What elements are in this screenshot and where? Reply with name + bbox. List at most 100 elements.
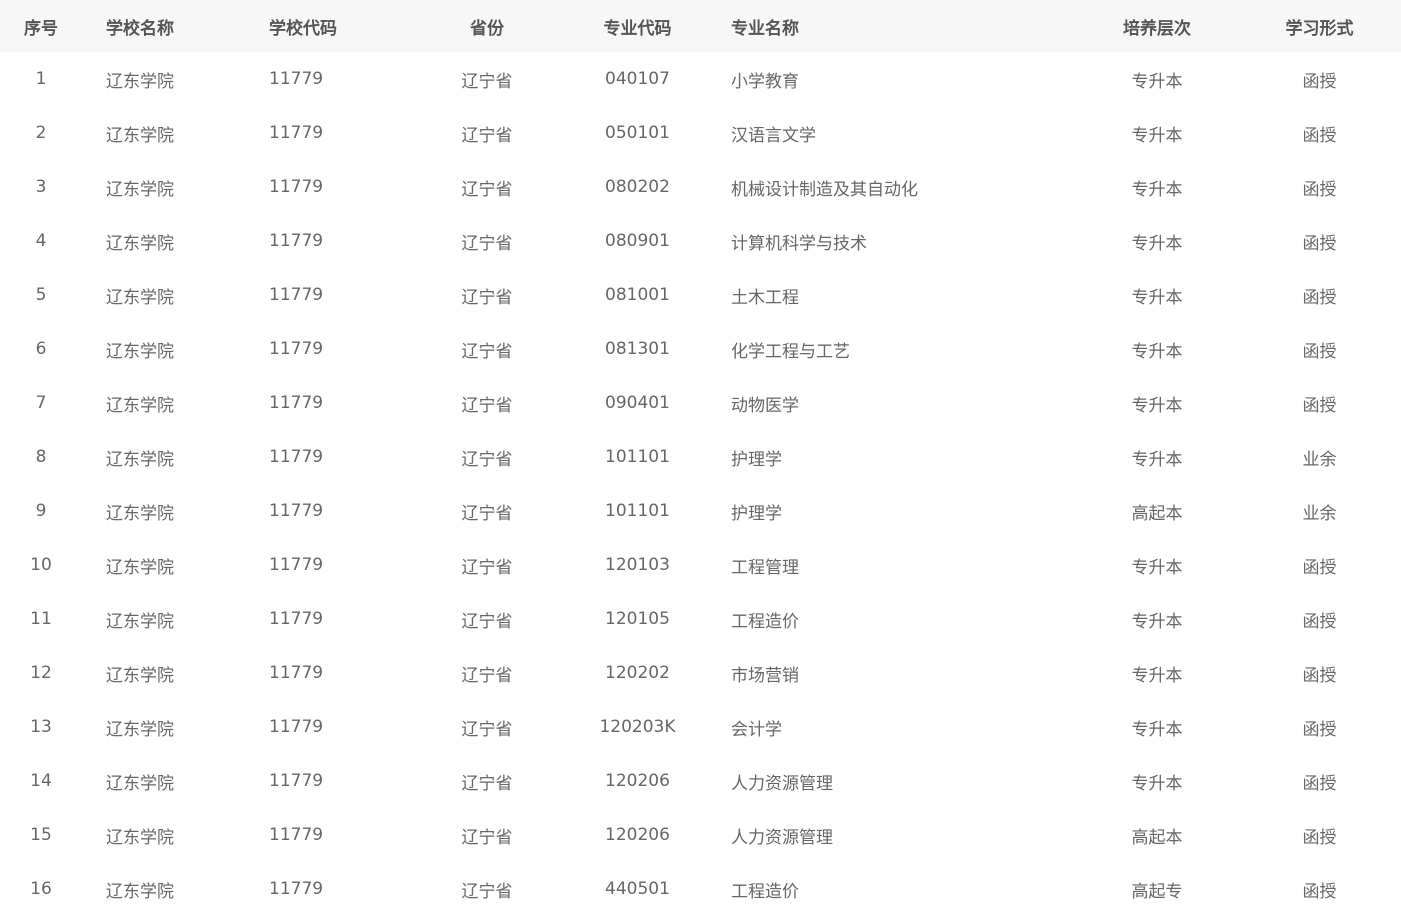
- cell-major-name: 护理学: [731, 503, 782, 524]
- cell-province: 辽宁省: [461, 773, 513, 794]
- table-row: 14 辽东学院 11779 辽宁省 120206 人力资源管理 专升本 函授: [0, 754, 1401, 808]
- cell-index: 14: [30, 771, 52, 791]
- cell-index: 5: [35, 285, 47, 305]
- cell-major-code: 101101: [605, 501, 670, 521]
- cell-study-form: 函授: [1302, 125, 1337, 146]
- table-row: 15 辽东学院 11779 辽宁省 120206 人力资源管理 高起本 函授: [0, 808, 1401, 862]
- table-row: 4 辽东学院 11779 辽宁省 080901 计算机科学与技术 专升本 函授: [0, 214, 1401, 268]
- cell-index: 9: [35, 501, 47, 521]
- cell-level: 专升本: [1131, 179, 1183, 200]
- cell-study-form: 函授: [1302, 395, 1337, 416]
- table-row: 11 辽东学院 11779 辽宁省 120105 工程造价 专升本 函授: [0, 592, 1401, 646]
- cell-province: 辽宁省: [461, 719, 513, 740]
- cell-major-code: 120103: [605, 555, 670, 575]
- table-row: 6 辽东学院 11779 辽宁省 081301 化学工程与工艺 专升本 函授: [0, 322, 1401, 376]
- cell-school-name: 辽东学院: [106, 125, 174, 146]
- table-row: 3 辽东学院 11779 辽宁省 080202 机械设计制造及其自动化 专升本 函授: [0, 160, 1401, 214]
- cell-province: 辽宁省: [461, 557, 513, 578]
- cell-major-code: 080901: [605, 231, 670, 251]
- table-row: 2 辽东学院 11779 辽宁省 050101 汉语言文学 专升本 函授: [0, 106, 1401, 160]
- cell-major-name: 市场营销: [731, 665, 799, 686]
- cell-school-code: 11779: [269, 771, 324, 791]
- cell-major-name: 土木工程: [731, 287, 799, 308]
- cell-school-code: 11779: [269, 339, 324, 359]
- cell-study-form: 函授: [1302, 773, 1337, 794]
- header-school-code: 学校代码: [269, 18, 337, 39]
- cell-major-code: 050101: [605, 123, 670, 143]
- cell-level: 专升本: [1131, 341, 1183, 362]
- cell-major-code: 081001: [605, 285, 670, 305]
- table-row: 8 辽东学院 11779 辽宁省 101101 护理学 专升本 业余: [0, 430, 1401, 484]
- cell-major-name: 工程管理: [731, 557, 799, 578]
- cell-index: 13: [30, 717, 52, 737]
- cell-major-name: 工程造价: [731, 881, 799, 902]
- cell-major-name: 化学工程与工艺: [731, 341, 850, 362]
- cell-school-name: 辽东学院: [106, 233, 174, 254]
- header-major-code: 专业代码: [603, 18, 672, 39]
- table-row: 5 辽东学院 11779 辽宁省 081001 土木工程 专升本 函授: [0, 268, 1401, 322]
- cell-school-name: 辽东学院: [106, 503, 174, 524]
- cell-school-name: 辽东学院: [106, 881, 174, 902]
- cell-school-code: 11779: [269, 825, 324, 845]
- cell-level: 专升本: [1131, 71, 1183, 92]
- cell-school-name: 辽东学院: [106, 287, 174, 308]
- cell-school-code: 11779: [269, 393, 324, 413]
- cell-major-name: 小学教育: [731, 71, 799, 92]
- cell-major-code: 120206: [605, 825, 670, 845]
- cell-index: 11: [30, 609, 52, 629]
- cell-school-name: 辽东学院: [106, 611, 174, 632]
- cell-school-code: 11779: [269, 609, 324, 629]
- cell-school-name: 辽东学院: [106, 665, 174, 686]
- cell-major-name: 动物医学: [731, 395, 799, 416]
- header-study-form: 学习形式: [1285, 18, 1354, 39]
- cell-study-form: 函授: [1302, 719, 1337, 740]
- cell-province: 辽宁省: [461, 503, 513, 524]
- cell-school-name: 辽东学院: [106, 71, 174, 92]
- cell-index: 4: [35, 231, 47, 251]
- cell-study-form: 函授: [1302, 341, 1337, 362]
- cell-school-name: 辽东学院: [106, 557, 174, 578]
- cell-major-name: 会计学: [731, 719, 782, 740]
- cell-major-code: 120105: [605, 609, 670, 629]
- cell-province: 辽宁省: [461, 611, 513, 632]
- cell-province: 辽宁省: [461, 125, 513, 146]
- cell-school-code: 11779: [269, 285, 324, 305]
- cell-major-name: 人力资源管理: [731, 827, 833, 848]
- cell-school-name: 辽东学院: [106, 395, 174, 416]
- cell-school-code: 11779: [269, 879, 324, 899]
- cell-study-form: 函授: [1302, 665, 1337, 686]
- cell-province: 辽宁省: [461, 71, 513, 92]
- cell-level: 专升本: [1131, 773, 1183, 794]
- cell-index: 7: [35, 393, 47, 413]
- cell-level: 专升本: [1131, 287, 1183, 308]
- cell-index: 16: [30, 879, 52, 899]
- cell-school-code: 11779: [269, 69, 324, 89]
- cell-study-form: 函授: [1302, 827, 1337, 848]
- cell-school-name: 辽东学院: [106, 341, 174, 362]
- table-body: 1 辽东学院 11779 辽宁省 040107 小学教育 专升本 函授 2 辽东学院 11779 辽宁…: [0, 52, 1401, 916]
- cell-major-code: 120202: [605, 663, 670, 683]
- header-school-name: 学校名称: [106, 18, 174, 39]
- cell-province: 辽宁省: [461, 287, 513, 308]
- cell-level: 高起本: [1131, 503, 1183, 524]
- cell-study-form: 函授: [1302, 881, 1337, 902]
- cell-school-name: 辽东学院: [106, 179, 174, 200]
- cell-index: 8: [35, 447, 47, 467]
- header-province: 省份: [470, 18, 504, 39]
- cell-province: 辽宁省: [461, 395, 513, 416]
- cell-major-name: 汉语言文学: [731, 125, 816, 146]
- table-row: 16 辽东学院 11779 辽宁省 440501 工程造价 高起专 函授: [0, 862, 1401, 916]
- majors-table: 序号 学校名称 学校代码 省份 专业代码 专业名称 培养层次 学习形式 1 辽东学…: [0, 0, 1401, 916]
- cell-major-code: 081301: [605, 339, 670, 359]
- cell-school-code: 11779: [269, 123, 324, 143]
- cell-major-code: 090401: [605, 393, 670, 413]
- table-row: 12 辽东学院 11779 辽宁省 120202 市场营销 专升本 函授: [0, 646, 1401, 700]
- cell-index: 2: [35, 123, 47, 143]
- cell-index: 10: [30, 555, 52, 575]
- cell-school-code: 11779: [269, 663, 324, 683]
- cell-major-name: 计算机科学与技术: [731, 233, 867, 254]
- cell-province: 辽宁省: [461, 179, 513, 200]
- cell-school-code: 11779: [269, 231, 324, 251]
- cell-level: 专升本: [1131, 233, 1183, 254]
- table-row: 7 辽东学院 11779 辽宁省 090401 动物医学 专升本 函授: [0, 376, 1401, 430]
